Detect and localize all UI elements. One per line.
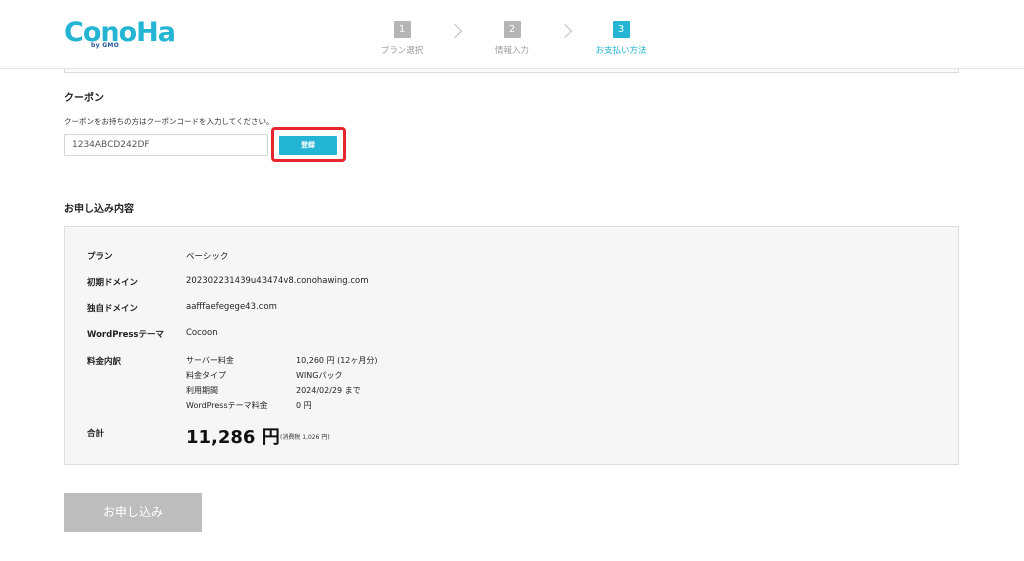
row-label-wp-theme: WordPressテーマ	[87, 330, 164, 340]
row-label-fee-breakdown: 料金内訳	[87, 357, 122, 367]
page-header: ConoHa by GMO 1 プラン選択 2 情報入力 3 お支払い方法	[0, 0, 1024, 69]
total-amount: 11,286 円	[186, 427, 280, 448]
fee-value: 10,260 円 (12ヶ月分)	[296, 356, 378, 365]
register-button[interactable]: 登録	[279, 136, 337, 155]
conoha-logo[interactable]: ConoHa by GMO	[64, 17, 176, 52]
step-label: 情報入力	[494, 46, 529, 56]
coupon-hint: クーポンをお持ちの方はクーポンコードを入力してください。	[64, 117, 274, 126]
fee-name: WordPressテーマ料金	[186, 401, 268, 410]
tax-note: (消費税 1,026 円)	[280, 434, 330, 441]
row-value-wp-theme: Cocoon	[186, 328, 218, 338]
step-payment-method: 3 お支払い方法	[576, 17, 666, 56]
step-info-input: 2 情報入力	[467, 17, 557, 56]
step-number: 3	[612, 21, 630, 38]
row-value-plan: ベーシック	[186, 252, 229, 262]
chevron-right-icon	[557, 23, 573, 39]
step-plan-selection: 1 プラン選択	[357, 17, 447, 56]
step-number: 1	[393, 21, 411, 38]
fee-name: 料金タイプ	[186, 371, 226, 380]
fee-value: WINGパック	[296, 371, 343, 380]
fee-name: 利用期間	[186, 386, 218, 395]
fee-value: 2024/02/29 まで	[296, 386, 361, 395]
step-label: お支払い方法	[595, 46, 647, 56]
fee-name: サーバー料金	[186, 356, 234, 365]
row-label-total: 合計	[87, 429, 105, 439]
step-number: 2	[503, 21, 521, 38]
logo-text: ConoHa	[64, 17, 176, 48]
row-value-initial-domain: 202302231439u43474v8.conohawing.com	[186, 276, 369, 286]
coupon-code-input[interactable]	[64, 134, 268, 156]
row-label-custom-domain: 独自ドメイン	[87, 304, 139, 314]
step-label: プラン選択	[380, 46, 424, 56]
chevron-right-icon	[447, 23, 463, 39]
submit-application-button[interactable]: お申し込み	[64, 493, 202, 532]
order-title: お申し込み内容	[64, 204, 134, 215]
order-summary: プラン ベーシック 初期ドメイン 202302231439u43474v8.co…	[64, 226, 959, 465]
row-label-plan: プラン	[87, 252, 113, 262]
row-label-initial-domain: 初期ドメイン	[87, 278, 139, 288]
coupon-title: クーポン	[64, 93, 104, 104]
logo-sub: by GMO	[91, 42, 120, 49]
row-value-custom-domain: aafffaefegege43.com	[186, 302, 277, 312]
fee-value: 0 円	[296, 401, 312, 410]
